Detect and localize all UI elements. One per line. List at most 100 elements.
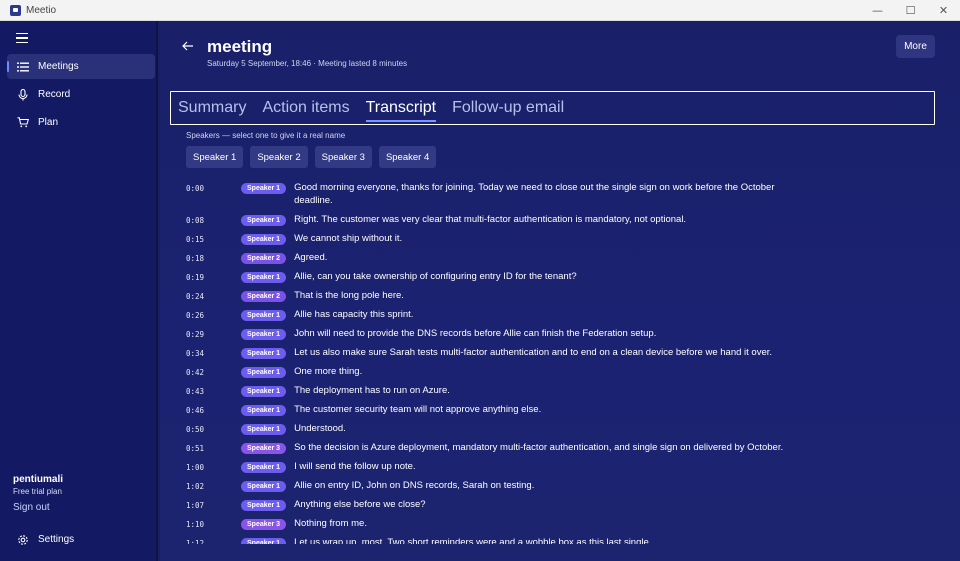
sidebar-item-meetings[interactable]: Meetings — [7, 54, 155, 79]
timestamp: 1:00 — [186, 463, 205, 472]
transcript-text: John will need to provide the DNS record… — [294, 328, 657, 339]
speaker-badge[interactable]: Speaker 2 — [241, 253, 287, 264]
transcript-row: 0:51 Speaker 3 So the decision is Azure de… — [186, 441, 826, 454]
timestamp: 1:07 — [186, 501, 205, 510]
speaker-chip[interactable]: Speaker 1 — [186, 146, 244, 168]
hamburger-menu-icon[interactable] — [16, 33, 28, 43]
transcript-text: Let us also make sure Sarah tests multi-… — [294, 347, 773, 358]
user-plan: Free trial plan — [13, 487, 62, 496]
speaker-badge[interactable]: Speaker 1 — [241, 215, 287, 226]
speaker-badge[interactable]: Speaker 1 — [241, 310, 287, 321]
cart-icon — [15, 117, 31, 128]
timestamp: 0:00 — [186, 184, 205, 193]
speaker-badge[interactable]: Speaker 1 — [241, 183, 287, 194]
minimize-button[interactable]: — — [861, 0, 894, 21]
transcript-text: The deployment has to run on Azure. — [294, 385, 450, 396]
timestamp: 0:34 — [186, 349, 205, 358]
more-button[interactable]: More — [896, 35, 935, 58]
transcript-row: 1:07 Speaker 1 Anything else before we clo… — [186, 498, 826, 511]
transcript-text: Understood. — [294, 423, 346, 434]
transcript-row: 0:18 Speaker 2 Agreed. — [186, 251, 826, 264]
transcript-text: That is the long pole here. — [294, 290, 404, 301]
transcript-text: Allie has capacity this sprint. — [294, 309, 414, 320]
speaker-badge[interactable]: Speaker 1 — [241, 424, 287, 435]
transcript-text: Allie on entry ID, John on DNS records, … — [294, 480, 535, 491]
sidebar-item-record[interactable]: Record — [7, 82, 155, 107]
transcript-text: One more thing. — [294, 366, 363, 377]
back-arrow-icon[interactable] — [182, 38, 194, 54]
speaker-badge[interactable]: Speaker 1 — [241, 405, 287, 416]
tab-follow-up-email[interactable]: Follow-up email — [452, 99, 564, 117]
transcript-row: 0:29 Speaker 1 John will need to provide t… — [186, 327, 826, 340]
sidebar-item-plan[interactable]: Plan — [7, 110, 155, 135]
speaker-badge[interactable]: Speaker 1 — [241, 500, 287, 511]
speaker-badge[interactable]: Speaker 1 — [241, 386, 287, 397]
speakers-hint: Speakers — select one to give it a real … — [186, 131, 346, 140]
transcript-row: 0:24 Speaker 2 That is the long pole here. — [186, 289, 826, 302]
transcript-text: Nothing from me. — [294, 518, 367, 529]
transcript-row: 0:50 Speaker 1 Understood. — [186, 422, 826, 435]
speaker-badge[interactable]: Speaker 1 — [241, 481, 287, 492]
speaker-badge[interactable]: Speaker 1 — [241, 329, 287, 340]
tab-transcript[interactable]: Transcript — [365, 99, 436, 122]
speaker-badge[interactable]: Speaker 1 — [241, 348, 287, 359]
sign-out-link[interactable]: Sign out — [13, 502, 50, 513]
title-bar: Meetio — ☐ ✕ — [0, 0, 960, 21]
tab-summary[interactable]: Summary — [178, 99, 246, 117]
speaker-badge[interactable]: Speaker 3 — [241, 519, 287, 530]
transcript-row: 0:43 Speaker 1 The deployment has to run o… — [186, 384, 826, 397]
main-content: meeting Saturday 5 September, 18:46 · Me… — [160, 21, 960, 561]
speaker-badge[interactable]: Speaker 1 — [241, 367, 287, 378]
transcript-row: 0:26 Speaker 1 Allie has capacity this spr… — [186, 308, 826, 321]
speaker-badge[interactable]: Speaker 1 — [241, 462, 287, 473]
transcript-text: Anything else before we close? — [294, 499, 426, 510]
speaker-badge[interactable]: Speaker 1 — [241, 272, 287, 283]
sidebar: Meetings Record Plan pentiumali Free tri… — [0, 21, 158, 561]
transcript-row: 0:15 Speaker 1 We cannot ship without it. — [186, 232, 826, 245]
transcript-row: 0:08 Speaker 1 Right. The customer was ver… — [186, 213, 826, 226]
transcript-row: 0:19 Speaker 1 Allie, can you take ownersh… — [186, 270, 826, 283]
user-name: pentiumali — [13, 474, 64, 485]
speaker-chip[interactable]: Speaker 3 — [314, 146, 372, 168]
sidebar-item-settings[interactable]: Settings — [7, 527, 155, 552]
timestamp: 0:18 — [186, 254, 205, 263]
speaker-badge[interactable]: Speaker 3 — [241, 443, 287, 454]
speaker-chip[interactable]: Speaker 2 — [250, 146, 308, 168]
page-subtitle: Saturday 5 September, 18:46 · Meeting la… — [207, 59, 408, 68]
window-controls: — ☐ ✕ — [861, 0, 960, 21]
transcript-row: 0:42 Speaker 1 One more thing. — [186, 365, 826, 378]
tab-bar: Summary Action items Transcript Follow-u… — [170, 91, 935, 125]
speaker-chip[interactable]: Speaker 4 — [378, 146, 437, 168]
transcript-text: We cannot ship without it. — [294, 233, 403, 244]
maximize-button[interactable]: ☐ — [894, 0, 927, 21]
transcript-row: 0:00 Speaker 1 Good morning everyone, than… — [186, 181, 826, 207]
timestamp: 0:19 — [186, 273, 205, 282]
transcript-text: Right. The customer was very clear that … — [294, 214, 687, 225]
timestamp: 0:08 — [186, 216, 205, 225]
timestamp: 0:26 — [186, 311, 205, 320]
transcript-text: Allie, can you take ownership of configu… — [294, 271, 577, 282]
transcript-text: Let us wrap up, most. Two short reminder… — [294, 537, 652, 544]
gear-icon — [15, 534, 31, 546]
speaker-badge[interactable]: Speaker 2 — [241, 291, 287, 302]
tab-action-items[interactable]: Action items — [262, 99, 349, 117]
transcript-list[interactable]: 0:00 Speaker 1 Good morning everyone, than… — [186, 181, 826, 544]
sidebar-item-label: Settings — [38, 534, 75, 545]
speaker-badge[interactable]: Speaker 1 — [241, 538, 287, 544]
app-logo-icon — [10, 4, 21, 16]
transcript-row: 0:34 Speaker 1 Let us also make sure Sarah… — [186, 346, 826, 359]
timestamp: 0:51 — [186, 444, 205, 453]
sidebar-item-label: Plan — [38, 117, 59, 128]
microphone-icon — [15, 88, 31, 101]
transcript-text: The customer security team will not appr… — [294, 404, 542, 415]
transcript-row: 1:10 Speaker 3 Nothing from me. — [186, 517, 826, 530]
timestamp: 0:24 — [186, 292, 205, 301]
window-title: Meetio — [26, 4, 57, 16]
speaker-badge[interactable]: Speaker 1 — [241, 234, 287, 245]
transcript-text: So the decision is Azure deployment, man… — [294, 442, 784, 453]
list-icon — [15, 62, 31, 72]
timestamp: 0:42 — [186, 368, 205, 377]
timestamp: 0:43 — [186, 387, 205, 396]
timestamp: 1:10 — [186, 520, 205, 529]
close-button[interactable]: ✕ — [927, 0, 960, 21]
